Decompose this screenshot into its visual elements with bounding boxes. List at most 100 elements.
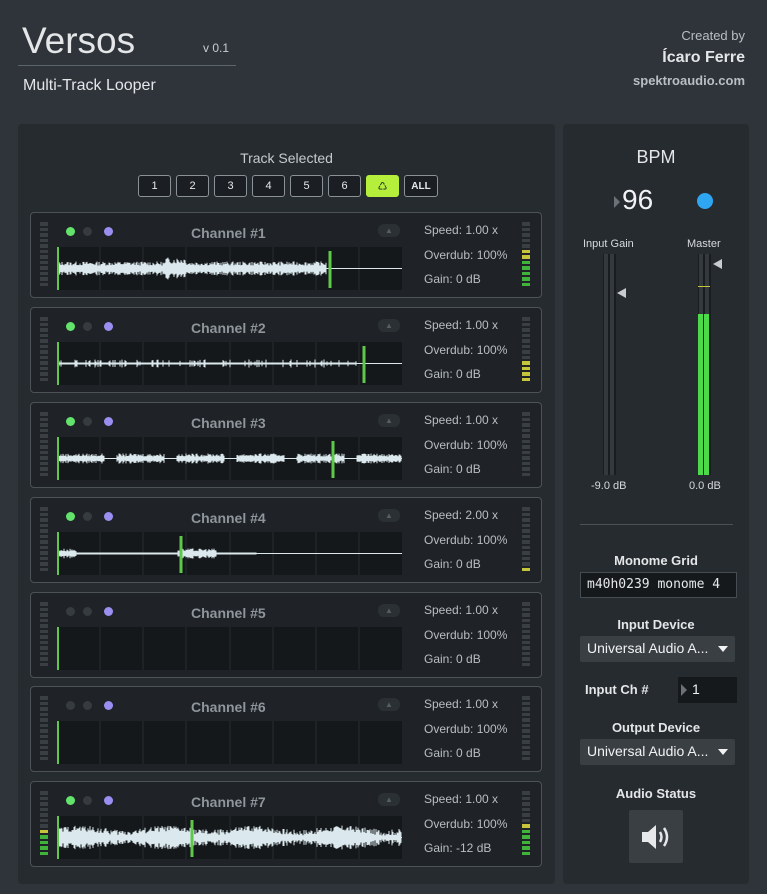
- gain-readout[interactable]: Gain: 0 dB: [424, 652, 481, 666]
- track-button-2[interactable]: 2: [176, 175, 209, 197]
- record-indicator[interactable]: [83, 796, 92, 805]
- eject-icon[interactable]: ▲: [378, 793, 400, 806]
- waveform-display[interactable]: [57, 721, 402, 764]
- overdub-readout[interactable]: Overdub: 100%: [424, 438, 507, 452]
- speed-readout[interactable]: Speed: 1.00 x: [424, 792, 498, 806]
- speed-readout[interactable]: Speed: 1.00 x: [424, 223, 498, 237]
- gain-readout[interactable]: Gain: 0 dB: [424, 746, 481, 760]
- gain-readout[interactable]: Gain: 0 dB: [424, 272, 481, 286]
- waveform-display[interactable]: [57, 532, 402, 575]
- track-button-recycle-icon[interactable]: ♺: [366, 175, 399, 197]
- play-indicator[interactable]: [66, 512, 75, 521]
- gain-readout[interactable]: Gain: 0 dB: [424, 462, 481, 476]
- speed-readout[interactable]: Speed: 1.00 x: [424, 318, 498, 332]
- overdub-indicator[interactable]: [104, 227, 113, 236]
- overdub-readout[interactable]: Overdub: 100%: [424, 722, 507, 736]
- channel-strip[interactable]: Channel #6 ▲ Speed: 1.00 x Overdub: 100% Gai…: [30, 686, 542, 772]
- track-selected-label: Track Selected: [240, 150, 333, 166]
- eject-icon[interactable]: ▲: [378, 319, 400, 332]
- waveform-display[interactable]: [57, 816, 402, 859]
- channel-name: Channel #3: [191, 415, 266, 431]
- overdub-indicator[interactable]: [104, 417, 113, 426]
- level-meter: [40, 696, 48, 760]
- overdub-indicator[interactable]: [104, 701, 113, 710]
- audio-status-label: Audio Status: [615, 786, 697, 801]
- app-title: Versos: [22, 20, 136, 61]
- master-fader[interactable]: [698, 254, 711, 475]
- waveform-display[interactable]: [57, 437, 402, 480]
- gain-readout[interactable]: Gain: 0 dB: [424, 367, 481, 381]
- chevron-down-icon: [718, 749, 728, 755]
- play-indicator[interactable]: [66, 607, 75, 616]
- speaker-icon: [642, 824, 669, 849]
- master-handle-icon[interactable]: [713, 259, 722, 269]
- speed-readout[interactable]: Speed: 1.00 x: [424, 603, 498, 617]
- play-indicator[interactable]: [66, 322, 75, 331]
- record-indicator[interactable]: [83, 417, 92, 426]
- eject-icon[interactable]: ▲: [378, 509, 400, 522]
- version-label: v 0.1: [203, 41, 230, 55]
- eject-icon[interactable]: ▲: [378, 414, 400, 427]
- speed-readout[interactable]: Speed: 2.00 x: [424, 508, 498, 522]
- divider: [580, 524, 733, 525]
- title-divider: [18, 65, 236, 66]
- level-meter: [522, 791, 530, 855]
- overdub-readout[interactable]: Overdub: 100%: [424, 248, 507, 262]
- track-button-3[interactable]: 3: [214, 175, 247, 197]
- tracks-panel: Track Selected 1 2 3 4 5 6 ♺ ALL Channel…: [18, 124, 555, 884]
- record-indicator[interactable]: [83, 322, 92, 331]
- speed-readout[interactable]: Speed: 1.00 x: [424, 413, 498, 427]
- channel-name: Channel #7: [191, 794, 266, 810]
- record-indicator[interactable]: [83, 227, 92, 236]
- channel-strip[interactable]: Channel #1 ▲ Speed: 1.00 x Overdub: 100% Gai…: [30, 212, 542, 298]
- overdub-indicator[interactable]: [104, 796, 113, 805]
- overdub-readout[interactable]: Overdub: 100%: [424, 628, 507, 642]
- input-gain-fader[interactable]: [603, 254, 616, 475]
- record-indicator[interactable]: [83, 607, 92, 616]
- overdub-indicator[interactable]: [104, 512, 113, 521]
- channel-name: Channel #6: [191, 699, 266, 715]
- overdub-readout[interactable]: Overdub: 100%: [424, 533, 507, 547]
- track-button-all[interactable]: ALL: [404, 175, 438, 197]
- monome-grid-field[interactable]: m40h0239 monome 4: [580, 572, 737, 598]
- channel-strip[interactable]: Channel #7 ▲ Speed: 1.00 x Overdub: 100% Gai…: [30, 781, 542, 867]
- bpm-number-box[interactable]: 96: [622, 184, 653, 216]
- overdub-readout[interactable]: Overdub: 100%: [424, 817, 507, 831]
- track-button-5[interactable]: 5: [290, 175, 323, 197]
- track-button-6[interactable]: 6: [328, 175, 361, 197]
- overdub-indicator[interactable]: [104, 607, 113, 616]
- level-meter: [522, 222, 530, 286]
- waveform-display[interactable]: [57, 247, 402, 290]
- master-label: Master: [687, 238, 721, 250]
- record-indicator[interactable]: [83, 701, 92, 710]
- play-indicator[interactable]: [66, 796, 75, 805]
- eject-icon[interactable]: ▲: [378, 224, 400, 237]
- input-ch-label: Input Ch #: [585, 682, 649, 697]
- eject-icon[interactable]: ▲: [378, 698, 400, 711]
- play-indicator[interactable]: [66, 417, 75, 426]
- level-meter: [40, 412, 48, 476]
- track-button-4[interactable]: 4: [252, 175, 285, 197]
- output-device-label: Output Device: [611, 720, 701, 735]
- record-indicator[interactable]: [83, 512, 92, 521]
- channel-strip[interactable]: Channel #3 ▲ Speed: 1.00 x Overdub: 100% Gai…: [30, 402, 542, 488]
- speed-readout[interactable]: Speed: 1.00 x: [424, 697, 498, 711]
- overdub-readout[interactable]: Overdub: 100%: [424, 343, 507, 357]
- gain-readout[interactable]: Gain: 0 dB: [424, 557, 481, 571]
- waveform-display[interactable]: [57, 627, 402, 670]
- play-indicator[interactable]: [66, 701, 75, 710]
- output-device-dropdown[interactable]: Universal Audio A...: [580, 739, 735, 765]
- play-indicator[interactable]: [66, 227, 75, 236]
- overdub-indicator[interactable]: [104, 322, 113, 331]
- channel-strip[interactable]: Channel #2 ▲ Speed: 1.00 x Overdub: 100% Gai…: [30, 307, 542, 393]
- channel-strip[interactable]: Channel #4 ▲ Speed: 2.00 x Overdub: 100% Gai…: [30, 497, 542, 583]
- input-device-dropdown[interactable]: Universal Audio A...: [580, 636, 735, 662]
- eject-icon[interactable]: ▲: [378, 604, 400, 617]
- track-button-1[interactable]: 1: [138, 175, 171, 197]
- level-meter: [522, 602, 530, 666]
- channel-strip[interactable]: Channel #5 ▲ Speed: 1.00 x Overdub: 100% Gai…: [30, 592, 542, 678]
- gain-readout[interactable]: Gain: -12 dB: [424, 841, 491, 855]
- waveform-display[interactable]: [57, 342, 402, 385]
- audio-status-button[interactable]: [629, 810, 683, 863]
- input-gain-handle-icon[interactable]: [617, 288, 626, 298]
